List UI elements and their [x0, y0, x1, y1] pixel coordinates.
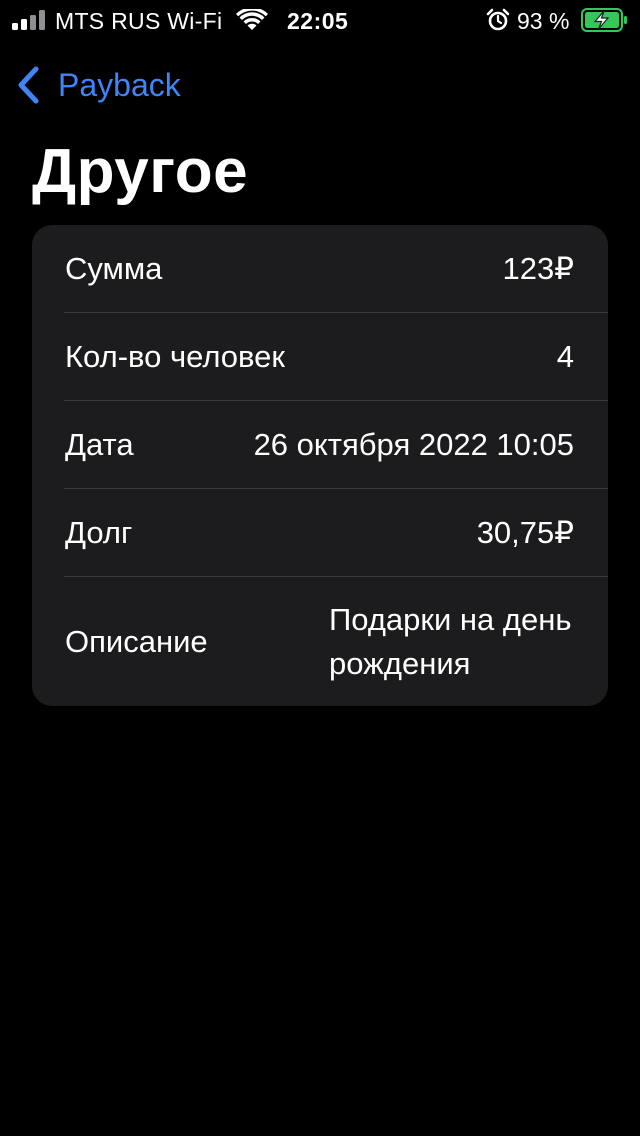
date-value: 26 октября 2022 10:05	[253, 427, 574, 462]
description-label: Описание	[65, 623, 208, 659]
battery-charging-icon	[581, 8, 627, 32]
back-button[interactable]: Payback	[14, 60, 181, 110]
people-count-label: Кол-во человек	[65, 339, 285, 374]
date-row: Дата 26 октября 2022 10:05	[32, 401, 608, 489]
signal-icon	[12, 10, 45, 30]
description-row: Описание Подарки на день рождения	[32, 577, 608, 706]
date-label: Дата	[65, 427, 134, 462]
people-count-row: Кол-во человек 4	[32, 313, 608, 401]
people-count-value: 4	[556, 339, 574, 374]
amount-row: Сумма 123₽	[32, 225, 608, 313]
carrier-name: MTS RUS Wi-Fi	[55, 8, 223, 34]
status-time: 22:05	[287, 8, 349, 34]
description-value: Подарки на день рождения	[329, 601, 572, 681]
alarm-icon	[486, 8, 510, 31]
amount-value: 123₽	[502, 251, 574, 286]
battery-percent: 93 %	[517, 8, 570, 34]
chevron-left-icon	[18, 66, 39, 104]
status-bar: MTS RUS Wi-Fi 22:05 93 %	[0, 0, 640, 40]
debt-label: Долг	[65, 515, 133, 550]
details-card: Сумма 123₽ Кол-во человек 4 Дата 26 октя…	[32, 225, 608, 706]
page-title: Другое	[32, 137, 249, 206]
back-button-label: Payback	[58, 67, 181, 103]
debt-row: Долг 30,75₽	[32, 489, 608, 577]
amount-label: Сумма	[65, 251, 163, 286]
wifi-icon	[236, 9, 268, 30]
debt-value: 30,75₽	[476, 515, 574, 550]
